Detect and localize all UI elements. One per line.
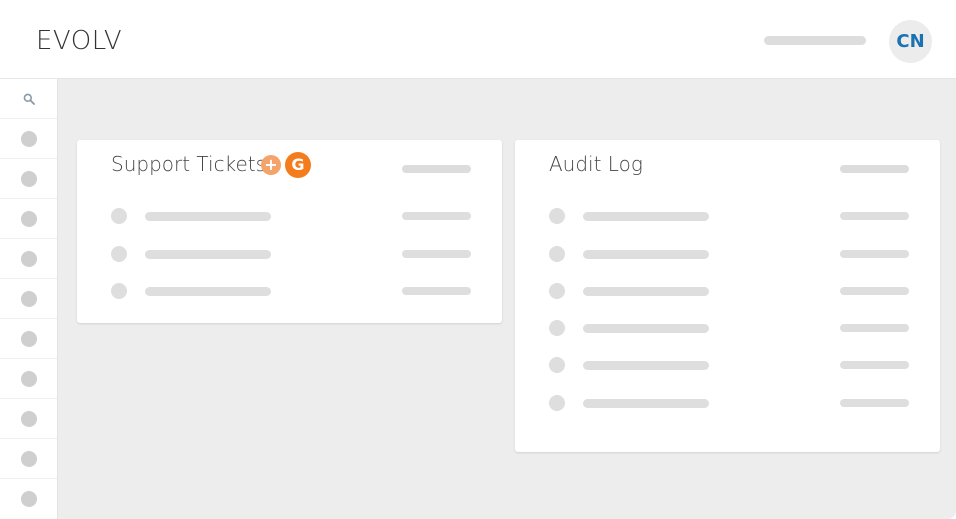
user-avatar[interactable]: CN [889,20,932,63]
card-header-placeholder [840,165,909,173]
sidebar-item-icon [20,450,37,467]
log-row-meta [840,324,909,332]
log-row-dot [549,283,565,299]
log-row-bar [583,324,709,333]
ticket-row-meta [402,250,471,258]
log-row-bar [583,361,709,370]
sidebar-item-10[interactable] [0,479,57,519]
sidebar-item-icon [20,250,37,267]
app-window: EVOLV CN Support Tickets + G Audit Log [0,0,956,519]
ticket-row-dot [111,246,127,262]
sidebar-item-1[interactable] [0,119,57,159]
sidebar-item-icon [20,290,37,307]
log-row-dot [549,208,565,224]
header-placeholder-bar [764,36,866,45]
top-header: EVOLV CN [0,0,956,79]
sidebar-item-6[interactable] [0,319,57,359]
log-row-dot [549,357,565,373]
ticket-row-bar [145,212,271,221]
sidebar-item-icon [20,130,37,147]
ticket-row-bar [145,287,271,296]
log-row-dot [549,246,565,262]
sidebar-item-2[interactable] [0,159,57,199]
sidebar-item-7[interactable] [0,359,57,399]
log-row-bar [583,250,709,259]
ticket-row-meta [402,212,471,220]
log-row-meta [840,399,909,407]
audit-log-card: Audit Log [515,140,940,452]
card-header-placeholder [402,165,471,173]
sidebar-item-9[interactable] [0,439,57,479]
sidebar-item-8[interactable] [0,399,57,439]
ticket-row-dot [111,208,127,224]
sidebar-item-icon [20,170,37,187]
sidebar-item-icon [20,410,37,427]
log-row-dot [549,395,565,411]
support-tickets-card: Support Tickets + G [77,140,502,323]
ticket-row-bar [145,250,271,259]
sidebar-item-4[interactable] [0,239,57,279]
log-row-meta [840,361,909,369]
search-icon [23,93,35,105]
sidebar-item-icon [20,210,37,227]
log-row-meta [840,287,909,295]
brand-logo[interactable]: EVOLV [36,26,122,56]
sidebar-item-3[interactable] [0,199,57,239]
sidebar [0,79,58,519]
sidebar-item-icon [20,370,37,387]
audit-log-title: Audit Log [549,152,643,176]
sidebar-item-icon [20,330,37,347]
sidebar-item-5[interactable] [0,279,57,319]
ticket-row-meta [402,287,471,295]
sidebar-search-button[interactable] [0,79,57,119]
log-row-dot [549,320,565,336]
log-row-meta [840,250,909,258]
log-row-bar [583,399,709,408]
ticket-row-dot [111,283,127,299]
log-row-bar [583,212,709,221]
g-badge-icon[interactable]: G [285,152,311,178]
log-row-bar [583,287,709,296]
add-plus-icon[interactable]: + [261,155,281,175]
sidebar-item-icon [20,491,37,507]
support-tickets-title: Support Tickets [111,152,267,176]
main-content: Support Tickets + G Audit Log [58,79,956,519]
log-row-meta [840,212,909,220]
